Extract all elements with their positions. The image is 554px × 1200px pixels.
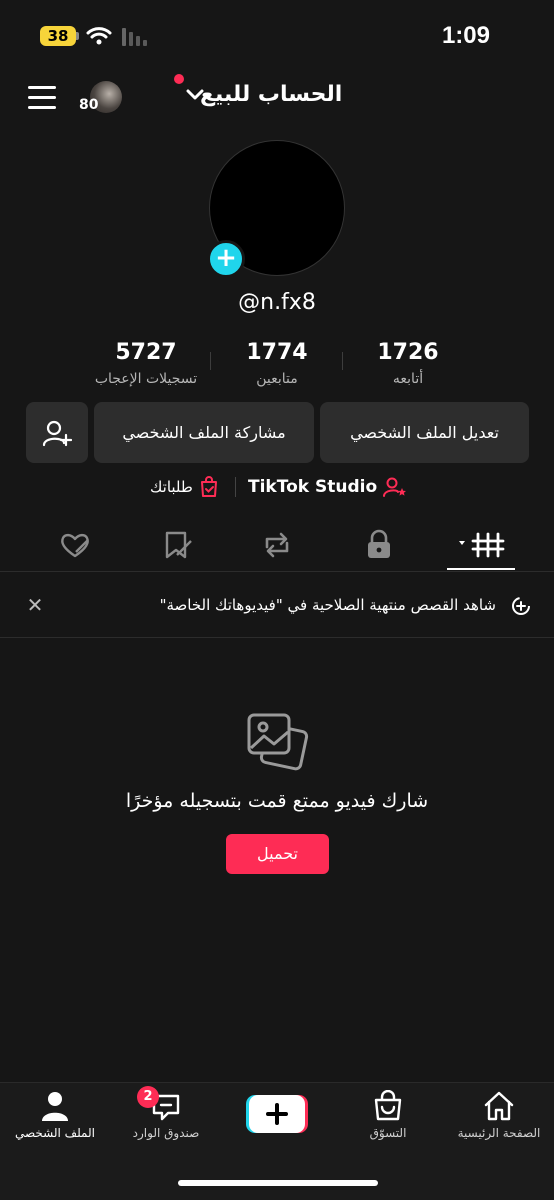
nav-profile[interactable]: الملف الشخصي (0, 1090, 110, 1140)
orders-link[interactable]: طلباتك (150, 476, 219, 498)
nav-profile-label: الملف الشخصي (15, 1126, 95, 1140)
share-profile-button[interactable]: مشاركة الملف الشخصي (94, 402, 314, 463)
stat-following-label: أتابعه (392, 371, 424, 387)
notification-dot (174, 74, 184, 84)
heart-hidden-icon (61, 533, 89, 558)
photos-placeholder-icon (247, 713, 309, 771)
nav-shop[interactable]: التسوّق (333, 1090, 443, 1140)
battery-indicator: 38 (40, 26, 76, 46)
tab-divider (0, 571, 554, 572)
inbox-badge: 2 (137, 1086, 159, 1108)
home-indicator (178, 1180, 378, 1186)
stat-likes-value: 5727 (115, 340, 177, 365)
nav-shop-label: التسوّق (369, 1126, 407, 1140)
shopping-bag-icon (200, 476, 217, 497)
tab-liked[interactable] (57, 527, 93, 563)
home-icon (484, 1091, 514, 1121)
signal-icon (122, 28, 152, 46)
tab-videos[interactable] (457, 527, 507, 563)
nav-inbox-label: صندوق الوارد (132, 1126, 200, 1140)
tab-favorites[interactable] (160, 527, 196, 563)
nav-home[interactable]: الصفحة الرئيسية (444, 1090, 554, 1140)
story-add-icon (512, 597, 530, 615)
add-friend-button[interactable] (26, 402, 88, 463)
lock-icon (368, 529, 390, 558)
banner-divider (0, 637, 554, 638)
upload-button[interactable]: تحميل (226, 834, 329, 874)
stat-likes[interactable]: 5727 تسجيلات الإعجاب (76, 340, 216, 387)
profile-person-icon (42, 1092, 68, 1121)
orders-label: طلباتك (150, 478, 193, 496)
battery-nub (76, 32, 79, 40)
tab-active-indicator (447, 568, 515, 570)
studio-user-star-icon (383, 477, 407, 497)
empty-state-message: شارك فيديو ممتع قمت بتسجيله مؤخرًا (125, 790, 429, 812)
wifi-icon (86, 27, 112, 45)
stat-likes-label: تسجيلات الإعجاب (94, 371, 198, 387)
bookmark-hidden-icon (165, 531, 192, 559)
banner-text: شاهد القصص منتهية الصلاحية في "فيديوهاتك… (159, 596, 496, 614)
shop-bag-icon (374, 1090, 402, 1121)
link-divider (235, 477, 236, 497)
tiktok-studio-label: TikTok Studio (248, 477, 378, 497)
nav-home-label: الصفحة الرئيسية (457, 1126, 541, 1140)
repost-icon (265, 532, 289, 558)
avatar-count: 80 (79, 97, 99, 113)
close-icon[interactable]: ✕ (26, 595, 44, 615)
tab-private[interactable] (361, 527, 397, 563)
grid-videos-icon (459, 532, 505, 558)
stat-followers-value: 1774 (246, 340, 308, 365)
menu-icon[interactable] (28, 86, 58, 110)
status-time: 1:09 (441, 22, 490, 49)
add-photo-icon[interactable]: + (207, 240, 245, 278)
stat-followers-label: متابعين (256, 371, 298, 387)
tab-reposts[interactable] (259, 527, 295, 563)
tiktok-studio-link[interactable]: TikTok Studio (248, 476, 407, 498)
account-title[interactable]: الحساب للبيع (200, 82, 342, 107)
stat-following-value: 1726 (377, 340, 439, 365)
add-user-icon (42, 420, 72, 446)
username: @n.fx8 (238, 290, 316, 315)
stat-following[interactable]: 1726 أتابعه (338, 340, 478, 387)
edit-profile-button[interactable]: تعديل الملف الشخصي (320, 402, 529, 463)
stat-followers[interactable]: 1774 متابعين (207, 340, 347, 387)
nav-inbox[interactable]: صندوق الوارد (111, 1090, 221, 1140)
create-plus-icon[interactable] (246, 1095, 308, 1133)
